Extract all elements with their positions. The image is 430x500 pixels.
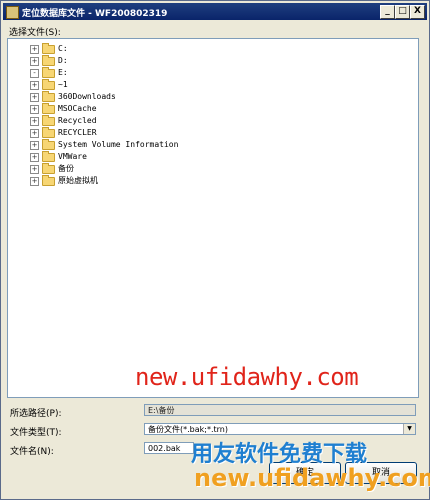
tree-node-label: MSOCache [58, 104, 97, 113]
expand-icon[interactable]: + [30, 141, 39, 150]
folder-tree[interactable]: + C: + D: - E: + ~1 + 360Downloads + MSO… [7, 38, 419, 398]
tree-node-label: Recycled [58, 116, 97, 125]
selected-path-label: 所选路径(P): [10, 409, 62, 419]
file-type-value: 备份文件(*.bak;*.trn) [148, 425, 228, 434]
expand-icon[interactable]: + [30, 153, 39, 162]
file-name-label: 文件名(N): [10, 447, 54, 457]
folder-icon [42, 139, 55, 150]
expand-icon[interactable]: + [30, 81, 39, 90]
folder-icon [42, 151, 55, 162]
expand-icon[interactable]: + [30, 57, 39, 66]
selected-path-field: E:\备份 [144, 404, 416, 416]
expand-icon[interactable]: + [30, 117, 39, 126]
folder-icon [42, 67, 55, 78]
folder-icon [42, 163, 55, 174]
tree-node-label: RECYCLER [58, 128, 97, 137]
expand-icon[interactable]: + [30, 45, 39, 54]
tree-node-label: C: [58, 44, 68, 53]
tree-node-label: E: [58, 68, 68, 77]
locate-database-file-dialog: 定位数据库文件 - WF200802319 _ □ X 选择文件(S): + C… [0, 0, 430, 500]
tree-node-label: VMWare [58, 152, 87, 161]
folder-icon [42, 91, 55, 102]
file-type-label: 文件类型(T): [10, 428, 62, 438]
file-name-input[interactable]: 002.bak [144, 442, 194, 454]
tree-node-label: 原始虚拟机 [58, 176, 98, 185]
folder-icon [42, 115, 55, 126]
folder-icon [42, 43, 55, 54]
tree-node-label: 360Downloads [58, 92, 116, 101]
close-button[interactable]: X [410, 5, 425, 19]
watermark-url: new.ufidawhy.com [135, 363, 359, 391]
folder-icon [42, 79, 55, 90]
folder-icon [42, 175, 55, 186]
minimize-button[interactable]: _ [380, 5, 395, 19]
expand-icon[interactable]: + [30, 165, 39, 174]
folder-icon [42, 103, 55, 114]
select-file-label: 选择文件(S): [9, 28, 61, 38]
tree-node-label: ~1 [58, 80, 68, 89]
file-type-select[interactable]: 备份文件(*.bak;*.trn) ▼ [144, 423, 416, 435]
expand-icon[interactable]: + [30, 105, 39, 114]
expand-icon[interactable]: + [30, 129, 39, 138]
watermark-url-2: new.ufidawhy.com [194, 464, 430, 492]
maximize-button[interactable]: □ [395, 5, 410, 19]
folder-icon [42, 127, 55, 138]
app-icon [6, 6, 19, 19]
tree-node-label: System Volume Information [58, 140, 179, 149]
folder-icon [42, 55, 55, 66]
expand-icon[interactable]: + [30, 93, 39, 102]
tree-node-label: 备份 [58, 164, 74, 173]
collapse-icon[interactable]: - [30, 69, 39, 78]
tree-node-label: D: [58, 56, 68, 65]
chevron-down-icon[interactable]: ▼ [403, 424, 415, 434]
expand-icon[interactable]: + [30, 177, 39, 186]
title-bar: 定位数据库文件 - WF200802319 _ □ X [3, 3, 427, 20]
window-title: 定位数据库文件 - WF200802319 [22, 9, 168, 19]
